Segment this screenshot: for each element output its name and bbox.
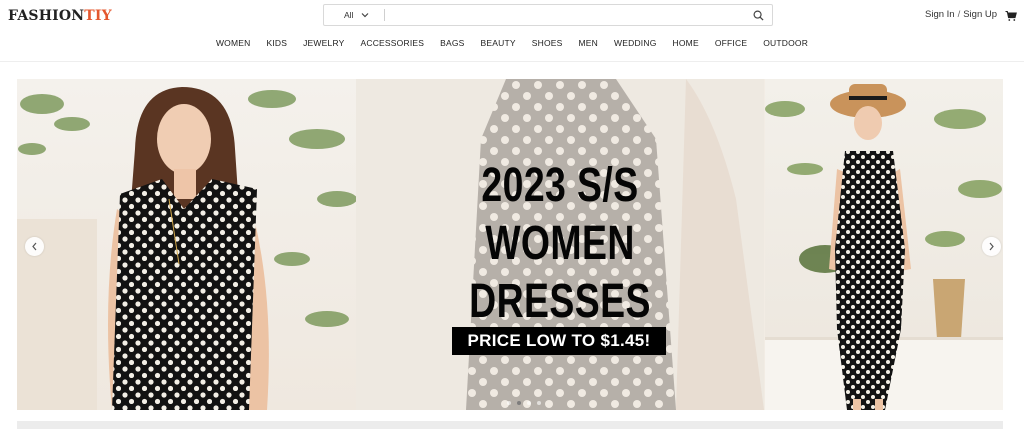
nav-item-jewelry[interactable]: JEWELRY [303, 38, 344, 48]
next-section-strip [17, 421, 1003, 429]
account-links: Sign In / Sign Up [925, 9, 997, 20]
carousel-pagination [507, 401, 541, 405]
nav-item-shoes[interactable]: SHOES [532, 38, 563, 48]
banner-photo-right [765, 79, 1003, 410]
account-separator: / [957, 9, 961, 20]
search-category-value: All [344, 10, 354, 20]
hero-banner[interactable]: 2023 S/S WOMEN DRESSES PRICE LOW TO $1.4… [17, 79, 1003, 410]
nav-item-office[interactable]: OFFICE [715, 38, 747, 48]
carousel-dot[interactable] [527, 401, 531, 405]
logo-text-tiy: TIY [84, 8, 112, 24]
nav-item-home[interactable]: HOME [673, 38, 699, 48]
nav-item-wedding[interactable]: WEDDING [614, 38, 656, 48]
site-header: FASHIONTIY All Sign In / Sign Up WOMEN K… [0, 0, 1024, 62]
site-logo[interactable]: FASHIONTIY [8, 8, 112, 24]
search-button[interactable] [744, 5, 772, 25]
banner-headline-line2: WOMEN DRESSES [469, 217, 651, 328]
nav-item-men[interactable]: MEN [579, 38, 599, 48]
search-icon [753, 10, 764, 21]
banner-photo-left [17, 79, 356, 410]
carousel-next-button[interactable] [982, 237, 1001, 256]
banner-price-tag: PRICE LOW TO $1.45! [452, 327, 666, 355]
banner-price-text: PRICE LOW TO $1.45! [467, 331, 651, 350]
sign-in-link[interactable]: Sign In [925, 9, 955, 20]
nav-item-bags[interactable]: BAGS [440, 38, 464, 48]
cart-button[interactable] [1005, 9, 1017, 21]
carousel-dot[interactable] [507, 401, 511, 405]
carousel-dot-active[interactable] [517, 401, 521, 405]
search-bar: All [323, 4, 773, 26]
main-nav: WOMEN KIDS JEWELRY ACCESSORIES BAGS BEAU… [0, 38, 1024, 48]
chevron-right-icon [989, 242, 994, 251]
search-input[interactable] [385, 5, 744, 25]
nav-item-beauty[interactable]: BEAUTY [481, 38, 516, 48]
search-category-select[interactable]: All [324, 5, 382, 25]
nav-item-accessories[interactable]: ACCESSORIES [361, 38, 425, 48]
nav-item-outdoor[interactable]: OUTDOOR [763, 38, 808, 48]
chevron-down-icon [361, 11, 369, 20]
nav-item-women[interactable]: WOMEN [216, 38, 251, 48]
banner-headline-line1: 2023 S/S [481, 159, 639, 212]
nav-item-kids[interactable]: KIDS [266, 38, 287, 48]
carousel-prev-button[interactable] [25, 237, 44, 256]
banner-headline: 2023 S/S WOMEN DRESSES [401, 157, 719, 331]
carousel-dot[interactable] [537, 401, 541, 405]
chevron-left-icon [32, 242, 37, 251]
cart-icon [1005, 10, 1017, 21]
sign-up-link[interactable]: Sign Up [963, 9, 997, 20]
logo-text-fashion: FASHION [8, 8, 85, 24]
